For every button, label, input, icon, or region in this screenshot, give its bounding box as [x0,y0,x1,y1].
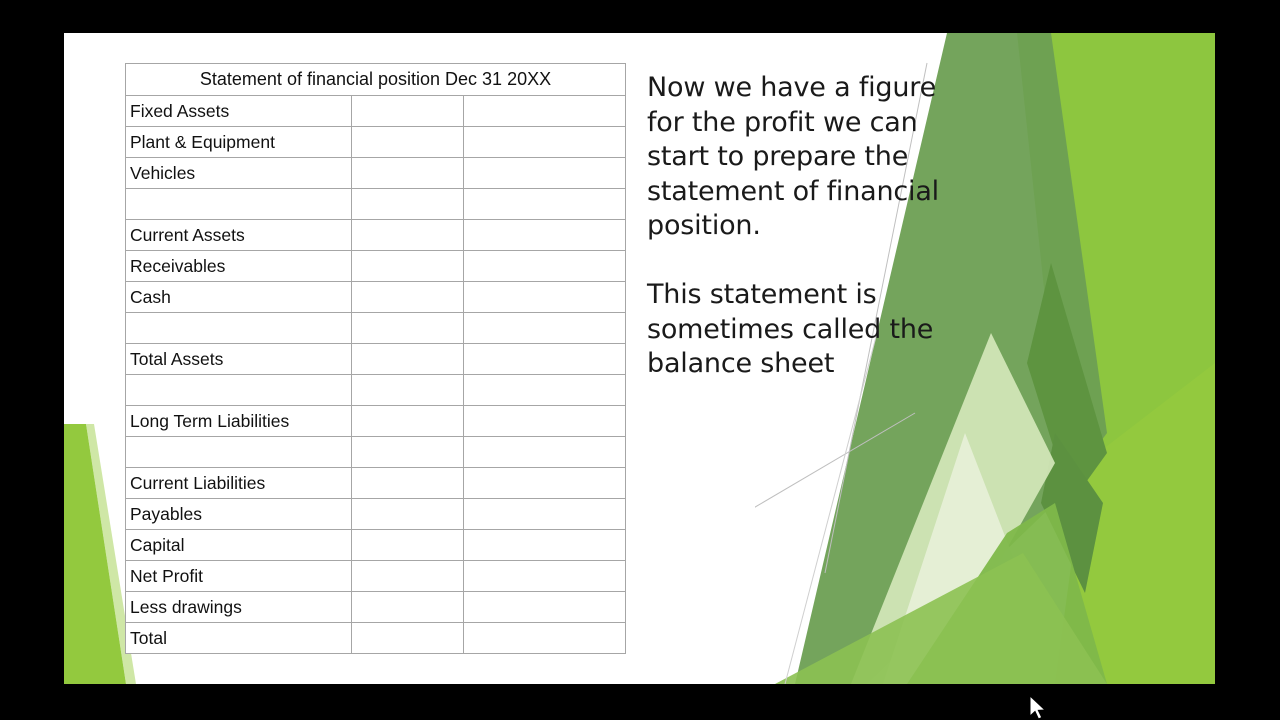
table-row: Cash [125,281,626,313]
narrative-text-block: Now we have a figure for the profit we c… [647,71,957,382]
facet-hairline-3 [784,332,878,684]
table-cell-spacer [125,312,352,344]
table-cell-amount [351,436,464,468]
facet-shape-mid-lower-band [907,503,1107,684]
table-row: Less drawings [125,591,626,623]
table-cell-amount [351,95,464,127]
table-cell-amount [351,157,464,189]
table-cell-total [463,250,626,282]
table-row: Receivables [125,250,626,282]
table-cell-label: Current Assets [125,219,352,251]
mouse-cursor-icon [1030,696,1050,720]
table-cell-label: Net Profit [125,560,352,592]
table-row: Vehicles [125,157,626,189]
table-row [125,188,626,220]
table-cell-total [463,560,626,592]
table-row: Long Term Liabilities [125,405,626,437]
table-cell-spacer [125,374,352,406]
table-cell-label: Cash [125,281,352,313]
table-cell-amount [351,343,464,375]
table-cell-label: Long Term Liabilities [125,405,352,437]
table-cell-amount [351,374,464,406]
table-cell-spacer [125,436,352,468]
table-cell-amount [351,405,464,437]
financial-statement-table-container: Statement of financial position Dec 31 2… [125,63,626,654]
financial-statement-table: Statement of financial position Dec 31 2… [125,63,626,654]
table-cell-total [463,405,626,437]
table-cell-total [463,436,626,468]
table-cell-total [463,312,626,344]
table-cell-spacer [125,188,352,220]
table-row: Capital [125,529,626,561]
table-cell-total [463,281,626,313]
table-cell-amount [351,591,464,623]
table-cell-amount [351,312,464,344]
table-cell-amount [351,188,464,220]
table-cell-total [463,467,626,499]
facet-corner-shape [64,424,126,684]
table-row: Fixed Assets [125,95,626,127]
table-cell-label: Fixed Assets [125,95,352,127]
table-cell-total [463,374,626,406]
narrative-paragraph-2: This statement is sometimes called the b… [647,279,934,379]
table-cell-total [463,219,626,251]
table-row: Total Assets [125,343,626,375]
facet-shape-bright-lower [1055,363,1215,684]
facet-hairline-2 [755,412,916,508]
table-cell-amount [351,250,464,282]
table-row: Current Assets [125,219,626,251]
table-cell-total [463,343,626,375]
table-row: Payables [125,498,626,530]
table-cell-label: Less drawings [125,591,352,623]
table-cell-total [463,529,626,561]
table-cell-total [463,157,626,189]
table-cell-label: Payables [125,498,352,530]
table-title: Statement of financial position Dec 31 2… [125,63,626,96]
table-cell-total [463,95,626,127]
table-row: Plant & Equipment [125,126,626,158]
table-title-row: Statement of financial position Dec 31 2… [125,63,626,96]
table-cell-total [463,126,626,158]
table-cell-amount [351,622,464,654]
table-cell-label: Receivables [125,250,352,282]
table-cell-amount [351,498,464,530]
table-cell-amount [351,467,464,499]
table-cell-label: Total [125,622,352,654]
table-cell-amount [351,560,464,592]
table-cell-label: Capital [125,529,352,561]
table-row: Current Liabilities [125,467,626,499]
slide-stage: Statement of financial position Dec 31 2… [0,0,1280,720]
facet-shape-bright-right [1017,33,1215,684]
facet-shape-dark-lower [1041,433,1103,593]
slide-canvas: Statement of financial position Dec 31 2… [64,33,1215,684]
table-row [125,312,626,344]
table-row [125,374,626,406]
table-cell-total [463,188,626,220]
table-cell-label: Vehicles [125,157,352,189]
table-cell-label: Plant & Equipment [125,126,352,158]
facet-shape-dark-overlap [1027,263,1107,503]
narrative-paragraph-1: Now we have a figure for the profit we c… [647,72,939,241]
facet-shape-very-pale [883,433,1027,684]
table-cell-total [463,498,626,530]
table-cell-amount [351,126,464,158]
table-row: Total [125,622,626,654]
table-cell-total [463,622,626,654]
table-cell-label: Current Liabilities [125,467,352,499]
table-row: Net Profit [125,560,626,592]
table-cell-total [463,591,626,623]
facet-shape-green-lower-left [775,553,1107,684]
table-cell-label: Total Assets [125,343,352,375]
table-cell-amount [351,281,464,313]
table-row [125,436,626,468]
table-body: Fixed Assets Plant & Equipment Vehicles Cur… [125,95,626,654]
table-cell-amount [351,529,464,561]
table-cell-amount [351,219,464,251]
facet-shape-pale-wedge [851,333,1055,684]
